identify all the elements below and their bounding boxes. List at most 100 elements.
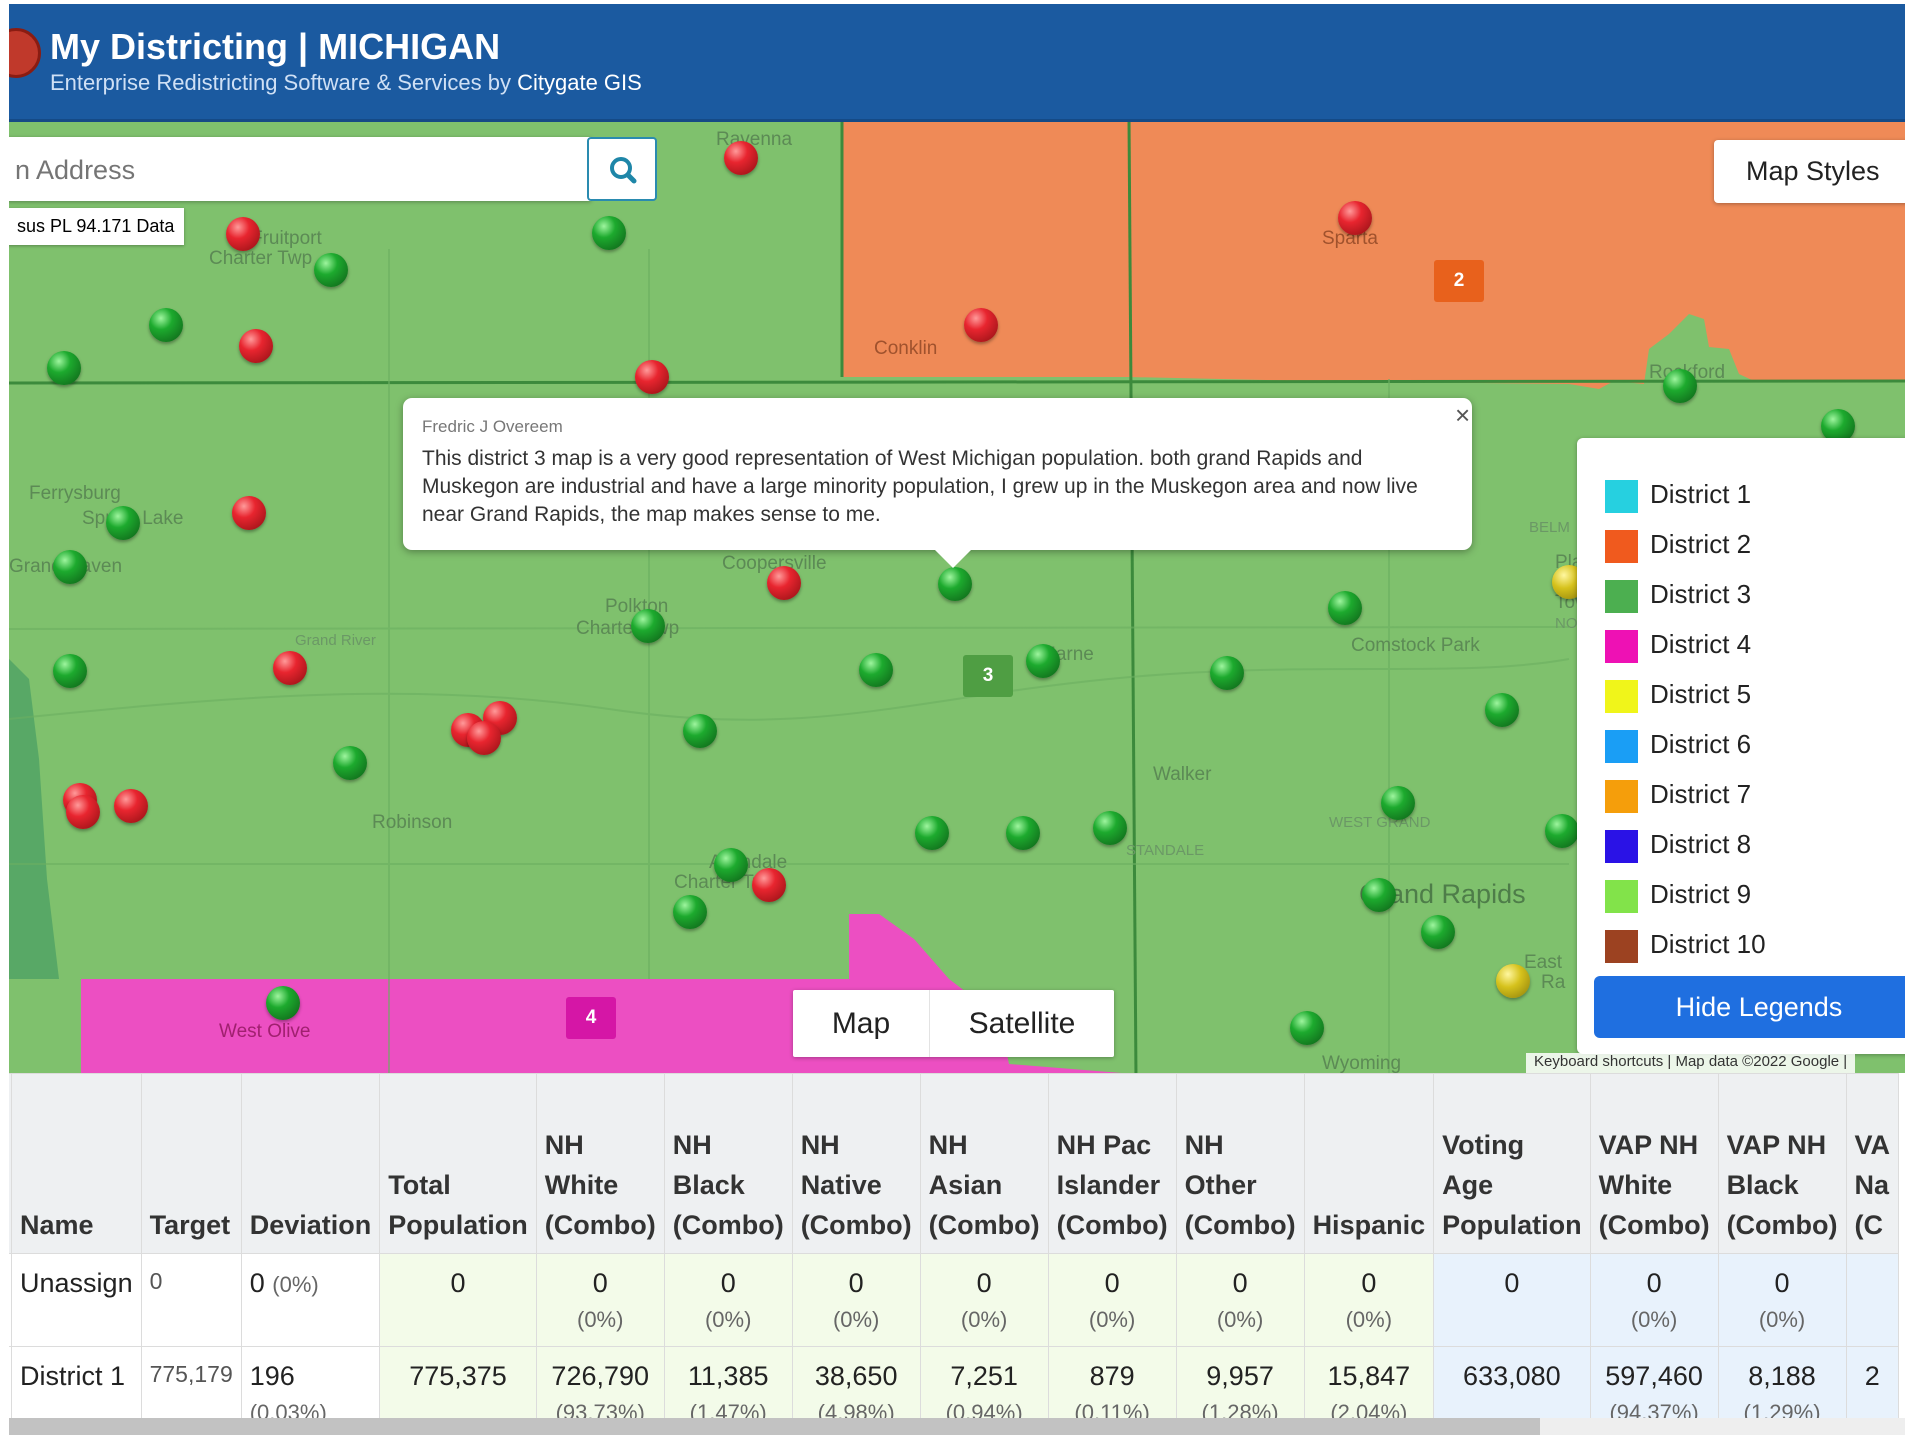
cell-target: 0	[140, 1253, 242, 1347]
col-header-nh-asian[interactable]: NH Asian (Combo)	[919, 1073, 1049, 1254]
comment-pin[interactable]	[266, 986, 300, 1020]
address-search-input[interactable]	[9, 137, 577, 203]
comment-pin[interactable]	[1496, 964, 1530, 998]
map-styles-button[interactable]: Map Styles	[1714, 140, 1905, 203]
col-header-vap-black[interactable]: VAP NH Black (Combo)	[1717, 1073, 1847, 1254]
comment-pin[interactable]	[714, 848, 748, 882]
search-button[interactable]	[587, 137, 657, 201]
comment-pin[interactable]	[114, 789, 148, 823]
comment-pin[interactable]	[631, 609, 665, 643]
comment-pin[interactable]	[47, 351, 81, 385]
comment-pin[interactable]	[683, 714, 717, 748]
deviation-value: 196	[249, 1361, 295, 1391]
comment-pin[interactable]	[1006, 816, 1040, 850]
col-header-nh-white[interactable]: NH White (Combo)	[535, 1073, 665, 1254]
map-type-satellite-button[interactable]: Satellite	[930, 990, 1114, 1057]
place-west-olive: West Olive	[219, 1021, 311, 1042]
cell-hispanic: 0 (0%)	[1303, 1253, 1435, 1347]
col-header-name[interactable]: Name	[11, 1073, 142, 1254]
map-canvas[interactable]: Ravenna Sparta Conklin Rockford Fruitpor…	[9, 119, 1905, 1073]
table-row[interactable]: 0 Unassign 0 0 (0%) 0 0(0%) 0(0%) 0(0%) …	[9, 1253, 1900, 1347]
district-stats-table[interactable]: # Name Target Deviation TotalPopulation …	[9, 1073, 1905, 1418]
close-icon[interactable]: ×	[1455, 400, 1470, 431]
comment-pin[interactable]	[333, 746, 367, 780]
district-4-label[interactable]: 4	[566, 997, 616, 1039]
comment-pin[interactable]	[964, 308, 998, 342]
cell-pct: (0.94%)	[945, 1400, 1023, 1418]
map-attribution[interactable]: Keyboard shortcuts | Map data ©2022 Goog…	[1526, 1053, 1856, 1073]
col-header-nh-black[interactable]: NH Black (Combo)	[663, 1073, 793, 1254]
comment-pin[interactable]	[1381, 786, 1415, 820]
comment-pin[interactable]	[724, 141, 758, 175]
cell-pct: (0%)	[1088, 1307, 1136, 1332]
legend-swatch	[1605, 929, 1638, 963]
district-2-label[interactable]: 2	[1434, 260, 1484, 302]
address-search-box[interactable]	[9, 137, 591, 203]
col-header-vap-white[interactable]: VAP NH White (Combo)	[1589, 1073, 1719, 1254]
comment-pin[interactable]	[232, 496, 266, 530]
cell-nh-native: 38,650 (4.98%)	[791, 1346, 921, 1418]
col-header-vap-native[interactable]: VA Na (C	[1845, 1073, 1900, 1254]
comment-pin[interactable]	[752, 868, 786, 902]
cell-pct: (0%)	[960, 1307, 1008, 1332]
table-row[interactable]: 1 District 1 775,179 196(0.03%) 775,375 …	[9, 1346, 1900, 1418]
comment-pin[interactable]	[859, 653, 893, 687]
comment-pin[interactable]	[1210, 656, 1244, 690]
comment-pin[interactable]	[149, 308, 183, 342]
comment-pin[interactable]	[467, 721, 501, 755]
col-header-nh-native[interactable]: NH Native (Combo)	[791, 1073, 921, 1254]
horizontal-scrollbar[interactable]	[9, 1418, 1905, 1435]
comment-pin[interactable]	[635, 360, 669, 394]
comment-pin[interactable]	[1663, 369, 1697, 403]
comment-pin[interactable]	[106, 506, 140, 540]
comment-pin[interactable]	[1026, 644, 1060, 678]
legend-label: District 9	[1650, 879, 1752, 909]
comment-pin[interactable]	[273, 651, 307, 685]
col-header-nh-other[interactable]: NH Other (Combo)	[1175, 1073, 1305, 1254]
comment-pin[interactable]	[1545, 814, 1579, 848]
deviation-pct: (0%)	[272, 1272, 319, 1297]
col-header-total-pop[interactable]: Total Population	[379, 1073, 537, 1254]
comment-pin[interactable]	[1093, 811, 1127, 845]
app-title: My Districting | MICHIGAN	[50, 26, 501, 67]
comment-pin[interactable]	[314, 253, 348, 287]
company-name[interactable]: Citygate GIS	[517, 70, 642, 95]
place-conklin: Conklin	[874, 338, 938, 359]
comment-pin[interactable]	[1421, 915, 1455, 949]
legend-label: District 5	[1650, 679, 1752, 709]
comment-pin[interactable]	[53, 550, 87, 584]
cell-value: 7,251	[950, 1361, 1018, 1391]
comment-pin[interactable]	[53, 654, 87, 688]
map-type-control: Map Satellite	[793, 990, 1114, 1057]
cell-nh-black: 11,385 (1.47%)	[663, 1346, 793, 1418]
legend-label: District 2	[1650, 529, 1752, 559]
col-header-nh-pac[interactable]: NH Pac Islander (Combo)	[1047, 1073, 1177, 1254]
cell-nh-other: 0 (0%)	[1175, 1253, 1305, 1347]
comment-pin[interactable]	[239, 329, 273, 363]
cell-pct: (94.37%)	[1609, 1400, 1699, 1418]
comment-pin[interactable]	[1362, 878, 1396, 912]
hide-legends-button[interactable]: Hide Legends	[1594, 976, 1905, 1038]
col-header-vap[interactable]: Voting Age Population	[1433, 1073, 1591, 1254]
comment-pin[interactable]	[1328, 591, 1362, 625]
comment-pin[interactable]	[1290, 1011, 1324, 1045]
comment-pin[interactable]	[915, 816, 949, 850]
place-walker: Walker	[1153, 764, 1212, 785]
comment-pin[interactable]	[1338, 201, 1372, 235]
map-type-map-button[interactable]: Map	[793, 990, 930, 1057]
comment-pin[interactable]	[767, 566, 801, 600]
legend-item-district-1: District 1	[1605, 476, 1751, 513]
col-header-target[interactable]: Target	[140, 1073, 242, 1254]
comment-pin[interactable]	[938, 567, 972, 601]
comment-pin[interactable]	[1485, 693, 1519, 727]
scrollbar-thumb[interactable]	[9, 1418, 1540, 1435]
legend-label: District 8	[1650, 829, 1752, 859]
cell-pct: (0%)	[1345, 1307, 1393, 1332]
district-3-label[interactable]: 3	[963, 655, 1013, 697]
comment-pin[interactable]	[66, 795, 100, 829]
comment-pin[interactable]	[592, 216, 626, 250]
comment-pin[interactable]	[226, 217, 260, 251]
comment-pin[interactable]	[673, 895, 707, 929]
col-header-deviation[interactable]: Deviation	[240, 1073, 381, 1254]
col-header-hispanic[interactable]: Hispanic	[1303, 1073, 1435, 1254]
